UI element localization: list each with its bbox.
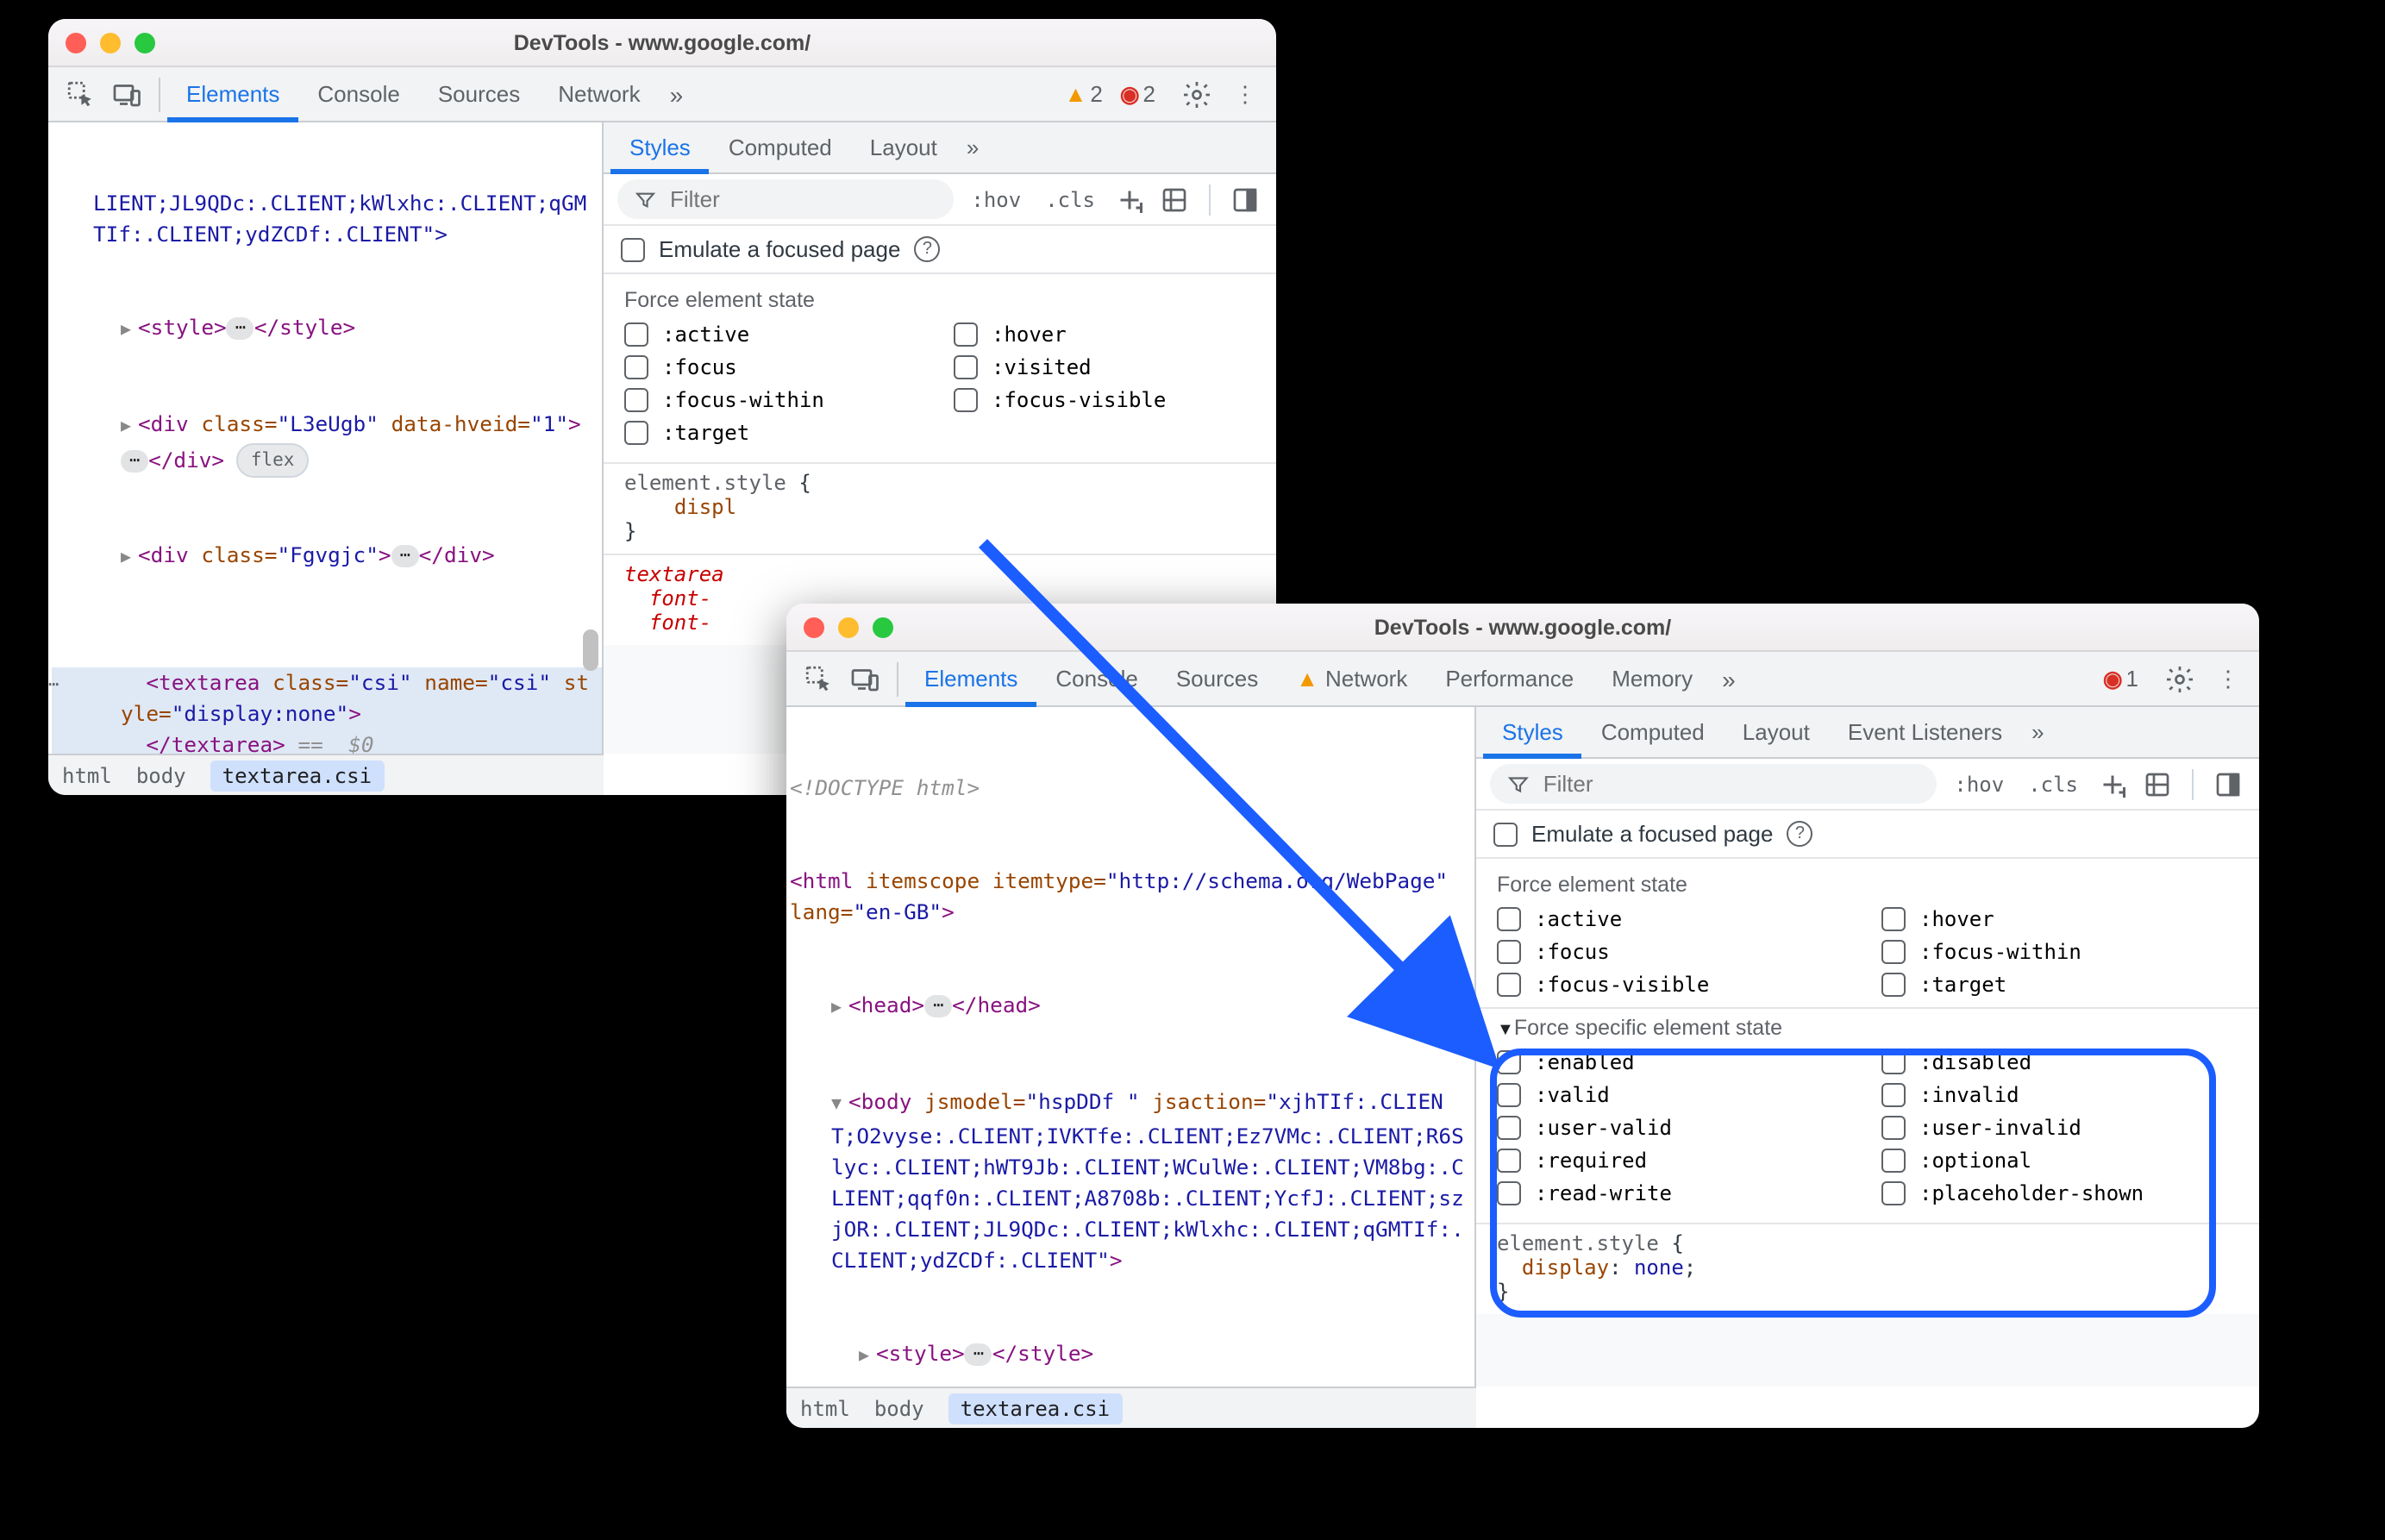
state-focus-checkbox[interactable]: [624, 355, 648, 379]
cls-button[interactable]: .cls: [2021, 772, 2085, 796]
tab-styles[interactable]: Styles: [610, 122, 710, 173]
more-tabs-icon[interactable]: »: [660, 80, 694, 108]
breadcrumb[interactable]: html body textarea.csi: [48, 754, 604, 795]
state-active-checkbox[interactable]: [624, 322, 648, 347]
dom-tree-pane[interactable]: LIENT;JL9QDc:.CLIENT;kWlxhc:.CLIENT;qGMT…: [48, 122, 604, 754]
error-indicator[interactable]: ◉2: [1120, 80, 1173, 108]
tab-memory[interactable]: Memory: [1593, 651, 1712, 706]
filter-input[interactable]: [1540, 769, 1920, 798]
computed-toggle-icon[interactable]: [2140, 767, 2175, 801]
maximize-icon[interactable]: [135, 32, 155, 53]
new-style-icon[interactable]: [1112, 182, 1147, 216]
help-icon[interactable]: ?: [914, 236, 940, 262]
close-icon[interactable]: [66, 32, 86, 53]
force-state-title: Force element state: [624, 288, 1255, 312]
filter-bar: :hov .cls: [604, 174, 1276, 226]
minimize-icon[interactable]: [838, 617, 859, 637]
state-focus-within-checkbox[interactable]: [624, 388, 648, 412]
traffic-lights: [66, 32, 155, 53]
tab-elements[interactable]: Elements: [167, 66, 298, 122]
toggle-pane-icon[interactable]: [1228, 182, 1262, 216]
state-target-checkbox[interactable]: [624, 421, 648, 445]
help-icon[interactable]: ?: [1787, 821, 1812, 847]
hov-button[interactable]: :hov: [1947, 772, 2011, 796]
force-state-title: Force element state: [1497, 873, 2238, 897]
state-focus-within-checkbox[interactable]: [1881, 940, 1906, 964]
device-toggle-icon[interactable]: [103, 70, 152, 118]
force-specific-state-title[interactable]: ▼Force specific element state: [1497, 1016, 2238, 1040]
breadcrumb[interactable]: html body textarea.csi: [786, 1387, 1476, 1428]
annotation-highlight: [1490, 1049, 2216, 1318]
state-hover-checkbox[interactable]: [1881, 907, 1906, 931]
state-hover-checkbox[interactable]: [954, 322, 978, 347]
tab-layout[interactable]: Layout: [1724, 706, 1829, 758]
toggle-pane-icon[interactable]: [2211, 767, 2245, 801]
emulate-label: Emulate a focused page: [659, 236, 900, 262]
gear-icon[interactable]: [1173, 70, 1221, 118]
tab-computed[interactable]: Computed: [710, 122, 851, 173]
force-state-section: Force element state :active :hover :focu…: [1476, 859, 2259, 1009]
tab-console[interactable]: Console: [298, 66, 418, 122]
annotation-arrow: [948, 517, 1535, 1104]
cls-button[interactable]: .cls: [1038, 187, 1102, 211]
kebab-icon[interactable]: ⋮: [1221, 70, 1269, 118]
tab-network[interactable]: Network: [539, 66, 659, 122]
tab-event-listeners[interactable]: Event Listeners: [1829, 706, 2021, 758]
device-toggle-icon[interactable]: [842, 654, 890, 703]
tab-sources[interactable]: Sources: [419, 66, 539, 122]
state-target-checkbox[interactable]: [1881, 973, 1906, 997]
emulate-checkbox[interactable]: [621, 237, 645, 261]
more-tabs-icon[interactable]: »: [1712, 665, 1746, 692]
filter-bar: :hov .cls: [1476, 759, 2259, 811]
titlebar[interactable]: DevTools - www.google.com/: [48, 19, 1276, 67]
emulate-label: Emulate a focused page: [1531, 821, 1773, 847]
styles-tabs: Styles Computed Layout »: [604, 122, 1276, 174]
minimize-icon[interactable]: [100, 32, 121, 53]
new-style-icon[interactable]: [2095, 767, 2130, 801]
warning-indicator[interactable]: ▲2: [1065, 81, 1120, 107]
filter-input[interactable]: [667, 185, 936, 214]
main-toolbar: Elements Console Sources Network » ▲2 ◉2…: [48, 67, 1276, 122]
tab-computed[interactable]: Computed: [1582, 706, 1724, 758]
traffic-lights: [804, 617, 893, 637]
emulate-row: Emulate a focused page ?: [1476, 811, 2259, 859]
filter-input-wrap[interactable]: [1490, 764, 1937, 804]
force-state-section: Force element state :active :hover :focu…: [604, 274, 1276, 464]
state-visited-checkbox[interactable]: [954, 355, 978, 379]
scrollbar[interactable]: [583, 129, 598, 747]
close-icon[interactable]: [804, 617, 824, 637]
kebab-icon[interactable]: ⋮: [2204, 654, 2252, 703]
hov-button[interactable]: :hov: [964, 187, 1028, 211]
styles-tabs: Styles Computed Layout Event Listeners »: [1476, 707, 2259, 759]
filter-input-wrap[interactable]: [617, 179, 954, 219]
inspect-icon[interactable]: [793, 654, 842, 703]
more-styles-tabs-icon[interactable]: »: [956, 135, 989, 160]
gear-icon[interactable]: [2156, 654, 2204, 703]
dom-row-selected[interactable]: ⋯ <textarea class="csi" name="csi" style…: [52, 667, 602, 754]
tab-layout[interactable]: Layout: [851, 122, 956, 173]
maximize-icon[interactable]: [873, 617, 893, 637]
more-styles-tabs-icon[interactable]: »: [2021, 719, 2054, 745]
window-title: DevTools - www.google.com/: [48, 30, 1276, 54]
error-indicator[interactable]: ◉1: [2103, 665, 2156, 692]
computed-toggle-icon[interactable]: [1157, 182, 1192, 216]
emulate-row: Emulate a focused page ?: [604, 226, 1276, 274]
state-focus-visible-checkbox[interactable]: [954, 388, 978, 412]
inspect-icon[interactable]: [55, 70, 103, 118]
